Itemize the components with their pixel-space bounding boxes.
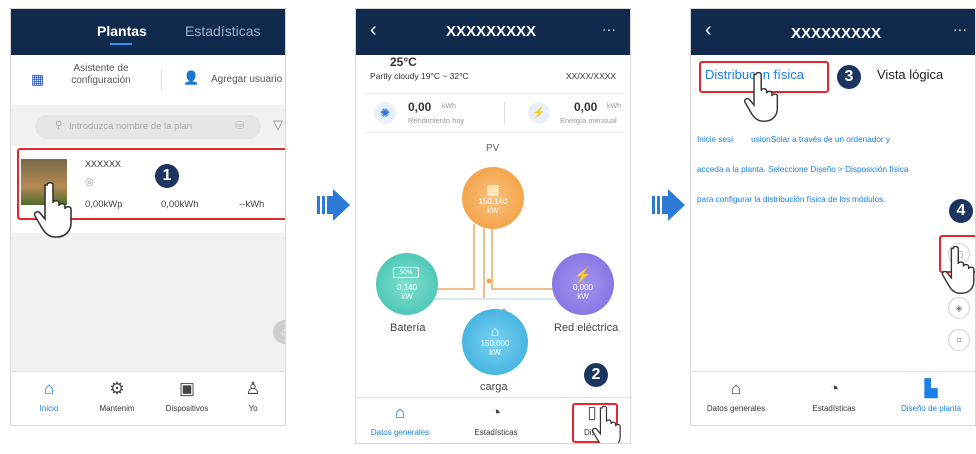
quick-actions-bar: ▦ Asistente de configuración 👤 Agregar u…: [11, 55, 285, 105]
layers-icon[interactable]: ◈: [948, 297, 970, 319]
wizard-button[interactable]: Asistente de configuración: [61, 63, 141, 87]
chart-icon: ⚡: [528, 102, 550, 124]
grid-node[interactable]: ⚡ 0,000 kW: [552, 253, 614, 315]
nav-datos-generales[interactable]: ⌂ Datos generales: [370, 403, 430, 438]
weather-text: Partly cloudy 19°C ~ 32°C: [370, 71, 469, 81]
bottom-nav: ⌂ Inicio ⚙ Mantenim ▣ Dispositivos ♙ Yo: [11, 371, 285, 425]
date-text: XX/XX/XXXX: [566, 71, 617, 81]
battery-soc: 50%: [393, 267, 419, 278]
fullscreen-icon[interactable]: ⌗: [948, 329, 970, 351]
monthly-energy-value: 0,00: [574, 100, 598, 114]
house-icon: ⌂: [490, 323, 500, 339]
top-header: ‹ XXXXXXXXX ···: [356, 9, 630, 55]
pv-node[interactable]: ▦ 150,140 kW: [462, 167, 524, 229]
pie-chart-icon: ◔: [490, 403, 502, 422]
energy-summary: ✺ 0,00 kWh Rendimiento hoy ⚡ 0,00 kWh En…: [364, 93, 624, 133]
device-icon: ▣: [178, 379, 196, 398]
hand-pointer-icon: [941, 245, 975, 294]
tab-plantas[interactable]: Plantas: [97, 23, 147, 39]
divider: [504, 102, 505, 124]
daily-yield-label: Rendimiento hoy: [408, 116, 465, 125]
hand-pointer-icon: [591, 405, 621, 443]
plant-title: XXXXXXXXX: [446, 23, 537, 40]
nav-dispositivos[interactable]: ▣ Dispositivos: [157, 379, 217, 414]
top-header: ‹ XXXXXXXXX ···: [691, 9, 975, 55]
bottom-nav: ⌂ Datos generales ◔ Estadísticas ▙ Diseño d…: [691, 371, 975, 425]
grid-label: Red eléctrica: [554, 322, 619, 334]
battery-label: Batería: [390, 322, 426, 334]
load-node[interactable]: ⌂ 150,000 kW: [462, 309, 528, 375]
step-badge-1: 1: [155, 164, 179, 188]
solar-panel-icon: ▦: [31, 71, 45, 87]
hand-pointer-icon: [33, 181, 72, 238]
pie-chart-icon: ◔: [828, 379, 840, 398]
add-user-icon: 👤: [183, 70, 200, 85]
floating-action-icon[interactable]: ⌂: [273, 320, 285, 344]
nav-estadisticas[interactable]: ◔ Estadísticas: [466, 403, 526, 438]
active-tab-indicator: [110, 43, 132, 45]
home-icon: ⌂: [394, 403, 406, 422]
arrow-right-icon: [317, 189, 350, 221]
screen-plant-list: Plantas Estadísticas ▦ Asistente de conf…: [10, 8, 286, 426]
nav-diseno-de-planta[interactable]: ▙ Diseño de planta: [891, 379, 971, 414]
user-icon: ♙: [245, 379, 261, 398]
search-field[interactable]: ⚲ Introduzca nombre de la plan ⛁: [35, 115, 261, 139]
monthly-energy-unit: kWh: [607, 103, 621, 110]
sun-icon: ✺: [374, 102, 396, 124]
funnel-filter-icon[interactable]: ▽: [273, 117, 283, 133]
screen-plant-overview: ‹ XXXXXXXXX ··· 25°C Partly cloudy 19°C …: [355, 8, 631, 444]
chevron-left-icon[interactable]: ‹: [370, 19, 377, 42]
plant-filter-icon: ⛁: [235, 120, 245, 132]
arrow-right-icon: [652, 189, 685, 221]
step-badge-4: 4: [949, 199, 973, 223]
layout-icon: ▙: [924, 379, 938, 398]
search-icon: ⚲: [55, 120, 63, 131]
load-label: carga: [480, 381, 508, 393]
home-icon: ⌂: [730, 379, 742, 398]
search-input[interactable]: Introduzca nombre de la plan: [69, 121, 192, 132]
nav-estadisticas[interactable]: ◔ Estadísticas: [799, 379, 869, 414]
top-header: Plantas Estadísticas: [11, 9, 285, 55]
plant-title: XXXXXXXXX: [791, 25, 882, 42]
chevron-left-icon[interactable]: ‹: [705, 19, 712, 42]
pv-label: PV: [486, 143, 500, 154]
more-menu-icon[interactable]: ···: [602, 21, 616, 37]
daily-yield-value: 0,00: [408, 100, 432, 114]
step-badge-3: 3: [837, 65, 861, 89]
solar-panel-icon: ▦: [486, 181, 500, 197]
nav-yo[interactable]: ♙ Yo: [223, 379, 283, 414]
home-icon: ⌂: [43, 379, 55, 398]
battery-node[interactable]: 50% 0,140 kW: [376, 253, 438, 315]
nav-mantenim[interactable]: ⚙ Mantenim: [87, 379, 147, 414]
layout-instructions: Inicie sesi usionSolar a través de un or…: [697, 135, 909, 204]
screen-plant-layout: ‹ XXXXXXXXX ··· Distribuc n física Vista…: [690, 8, 976, 426]
tab-vista-logica[interactable]: Vista lógica: [877, 67, 943, 82]
temperature: 25°C: [390, 55, 417, 69]
power-tower-icon: ⚡: [574, 267, 592, 283]
tab-estadisticas[interactable]: Estadísticas: [185, 23, 260, 39]
add-user-button[interactable]: Agregar usuario: [211, 74, 282, 85]
nav-inicio[interactable]: ⌂ Inicio: [19, 379, 79, 414]
step-badge-2: 2: [584, 363, 608, 387]
divider: [161, 69, 162, 91]
nav-datos-generales[interactable]: ⌂ Datos generales: [701, 379, 771, 414]
monthly-energy-label: Energía mensual: [560, 116, 617, 125]
more-menu-icon[interactable]: ···: [953, 21, 967, 37]
wrench-icon: ⚙: [109, 379, 125, 398]
daily-yield-unit: kWh: [442, 103, 456, 110]
